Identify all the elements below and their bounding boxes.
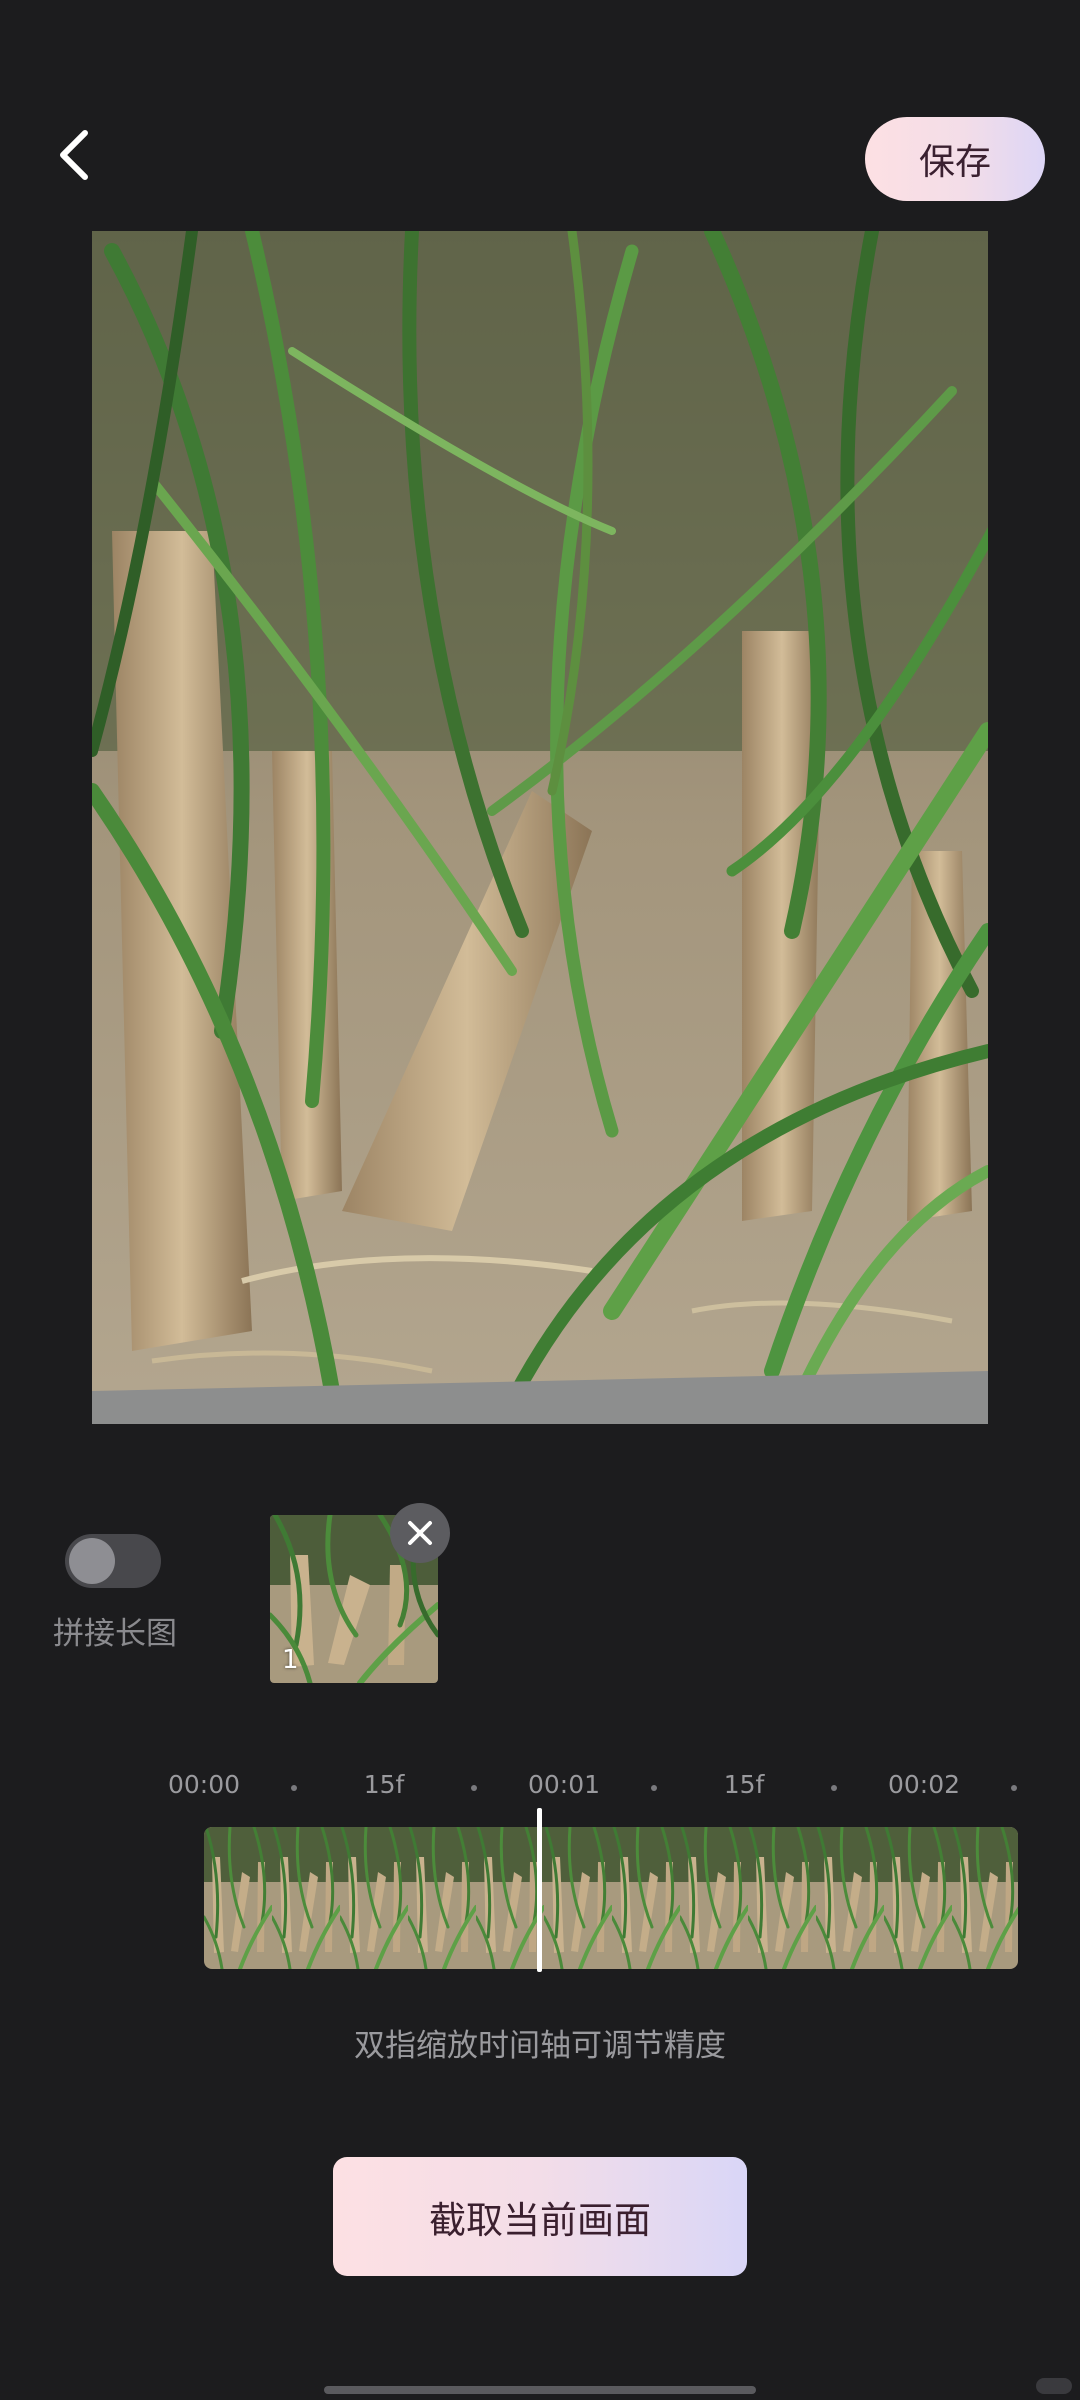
tick-label: 15f	[363, 1770, 405, 1799]
close-icon	[408, 1521, 432, 1545]
filmstrip-frame	[884, 1827, 952, 1969]
thumbnail-index: 1	[282, 1645, 299, 1675]
tick-dot	[291, 1785, 297, 1791]
tick-label: 15f	[723, 1770, 765, 1799]
tick-dot	[471, 1785, 477, 1791]
video-filmstrip[interactable]	[204, 1827, 1018, 1969]
back-button[interactable]	[40, 120, 110, 190]
filmstrip-frame	[952, 1827, 1018, 1969]
filmstrip-frame	[612, 1827, 680, 1969]
stitch-long-image-toggle[interactable]	[65, 1534, 161, 1588]
stitch-long-image-label: 拼接长图	[53, 1616, 177, 1652]
tick-dot	[1011, 1785, 1017, 1791]
tick-label: 00:00	[167, 1770, 241, 1799]
tick-dot	[651, 1785, 657, 1791]
photo-preview	[92, 231, 988, 1424]
tick-dot	[831, 1785, 837, 1791]
filmstrip-frame	[408, 1827, 476, 1969]
home-indicator[interactable]	[324, 2386, 756, 2394]
preview-scene	[92, 231, 988, 1424]
filmstrip-frame	[204, 1827, 272, 1969]
tick-label: 00:02	[887, 1770, 961, 1799]
timeline-ruler: 00:00 15f 00:01 15f 00:02	[0, 1770, 1080, 1810]
zoom-hint-text: 双指缩放时间轴可调节精度	[354, 2028, 726, 2064]
filmstrip-frame	[748, 1827, 816, 1969]
filmstrip-frame	[476, 1827, 544, 1969]
remove-thumbnail-button[interactable]	[390, 1503, 450, 1563]
watermark-badge	[1036, 2378, 1072, 2394]
chevron-left-icon	[60, 130, 88, 180]
filmstrip-frame	[680, 1827, 748, 1969]
tick-label: 00:01	[527, 1770, 601, 1799]
filmstrip-frame	[340, 1827, 408, 1969]
save-button[interactable]: 保存	[865, 117, 1045, 201]
video-frame-capture-screen: 保存 拼接长图 1 00:00 15f 00:01 15f 00:02 双指缩放…	[0, 0, 1080, 2400]
filmstrip-frame	[816, 1827, 884, 1969]
playhead[interactable]	[537, 1808, 542, 1972]
toggle-knob	[69, 1538, 115, 1584]
filmstrip-frame	[272, 1827, 340, 1969]
capture-current-frame-button[interactable]: 截取当前画面	[333, 2157, 747, 2276]
filmstrip-frame	[544, 1827, 612, 1969]
